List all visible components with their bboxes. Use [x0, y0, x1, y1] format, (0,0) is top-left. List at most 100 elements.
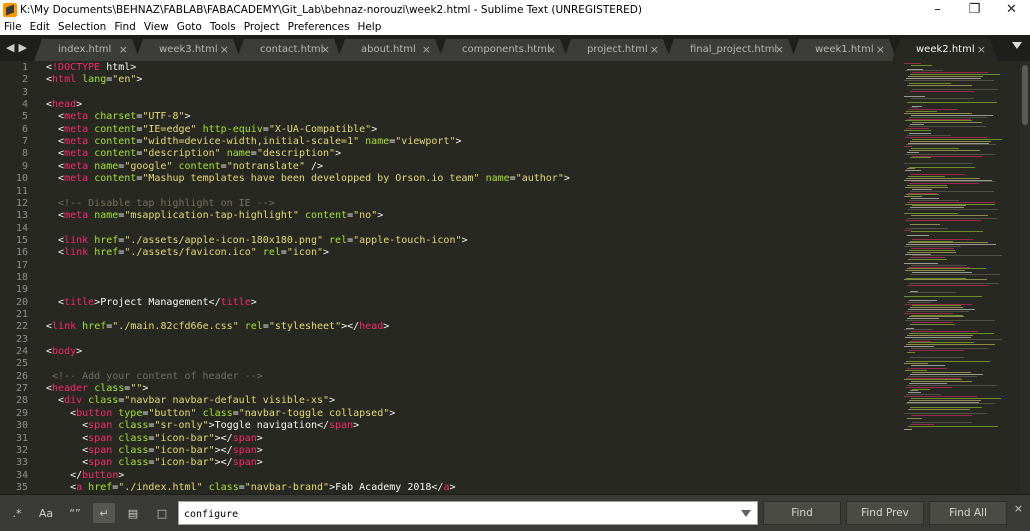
menu-edit[interactable]: Edit: [30, 21, 50, 33]
minimap-line: [911, 64, 932, 66]
menu-tools[interactable]: Tools: [210, 21, 236, 33]
code-token: span: [329, 420, 354, 432]
minimap-line: [909, 133, 931, 135]
menu-preferences[interactable]: Preferences: [288, 21, 350, 33]
code-token: name: [226, 148, 251, 160]
code-token: <: [46, 234, 65, 246]
menu-file[interactable]: File: [4, 21, 22, 33]
maximize-button[interactable]: ❐: [956, 0, 993, 19]
minimap-line: [908, 425, 998, 427]
vertical-scrollbar[interactable]: [1020, 61, 1030, 494]
code-token: name: [365, 136, 390, 148]
find-button[interactable]: Find: [763, 501, 841, 525]
minimap-line: [905, 320, 995, 322]
tab-close-icon[interactable]: ×: [775, 43, 784, 56]
minimap[interactable]: [900, 61, 1018, 494]
minimap-line: [911, 214, 988, 216]
code-token: "navbar-brand": [244, 481, 330, 493]
code-token: "apple-touch-icon": [353, 234, 462, 246]
tab-next-icon[interactable]: ▶: [18, 41, 26, 54]
minimap-line: [908, 342, 974, 344]
code-token: content: [94, 123, 137, 135]
minimap-line: [908, 209, 998, 211]
regex-toggle[interactable]: .*: [6, 503, 28, 523]
whole-word-toggle[interactable]: “”: [64, 503, 86, 523]
minimap-line: [907, 268, 986, 270]
tab-close-icon[interactable]: ×: [119, 43, 128, 56]
minimap-line: [904, 429, 912, 431]
menu-find[interactable]: Find: [114, 21, 136, 33]
minimap-line: [908, 292, 956, 294]
menu-project[interactable]: Project: [244, 21, 280, 33]
menu-help[interactable]: Help: [357, 21, 381, 33]
minimap-line: [909, 116, 988, 118]
menu-view[interactable]: View: [144, 21, 169, 33]
minimap-line: [907, 285, 989, 286]
minimap-line: [906, 394, 942, 396]
code-area[interactable]: <!DOCTYPE html> <html lang="en"> <head> <m…: [46, 61, 896, 494]
tab-index-html[interactable]: index.html ×: [34, 39, 140, 61]
tab-close-icon[interactable]: ×: [547, 43, 556, 56]
tab-close-icon[interactable]: ×: [650, 43, 659, 56]
tab-list-dropdown-icon[interactable]: [1012, 42, 1022, 49]
code-token: "UTF-8": [142, 111, 185, 123]
minimap-line: [909, 249, 955, 251]
tab-close-icon[interactable]: ×: [422, 43, 431, 56]
tab-week1-html[interactable]: week1.html ×: [791, 39, 897, 61]
tab-project-html[interactable]: project.html ×: [563, 39, 671, 61]
code-token: <: [46, 247, 65, 259]
minimap-line: [907, 68, 923, 70]
minimap-line: [908, 242, 988, 244]
code-token: type: [118, 407, 143, 419]
tab-close-icon[interactable]: ×: [977, 43, 986, 56]
in-selection-toggle[interactable]: ▤: [122, 503, 144, 523]
find-prev-button[interactable]: Find Prev: [846, 501, 924, 525]
minimap-line: [910, 90, 974, 92]
wrap-toggle[interactable]: ↵: [93, 503, 115, 523]
tab-week2-html[interactable]: week2.html ×: [892, 39, 998, 61]
highlight-matches-toggle[interactable]: □: [151, 503, 173, 523]
tab-close-icon[interactable]: ×: [876, 43, 885, 56]
case-sensitive-toggle[interactable]: Aa: [35, 503, 57, 523]
minimap-line: [907, 168, 915, 170]
close-panel-icon[interactable]: ×: [1014, 502, 1023, 515]
tab-prev-icon[interactable]: ◀: [6, 41, 14, 54]
scrollbar-thumb[interactable]: [1022, 65, 1028, 125]
minimap-line: [909, 316, 964, 318]
code-token: >Fab Academy 2018</: [329, 481, 444, 493]
menu-selection[interactable]: Selection: [58, 21, 106, 33]
code-token: <: [46, 160, 65, 172]
code-token: ></: [341, 321, 360, 333]
tab-label: project.html: [587, 44, 648, 55]
line-number: 16: [15, 247, 28, 259]
minimap-line: [909, 299, 937, 301]
tab-close-icon[interactable]: ×: [220, 43, 229, 56]
tab-contact-html[interactable]: contact.html ×: [236, 39, 342, 61]
code-token: "button": [148, 407, 197, 419]
minimap-line: [907, 351, 915, 353]
tab-components-html[interactable]: components.html ×: [438, 39, 568, 61]
code-token: >: [142, 383, 149, 395]
minimap-line: [912, 338, 1002, 340]
tab-final-project-html[interactable]: final_project.html ×: [666, 39, 796, 61]
tab-about-html[interactable]: about.html ×: [337, 39, 443, 61]
find-all-button[interactable]: Find All: [929, 501, 1007, 525]
find-history-dropdown-icon[interactable]: [741, 510, 751, 517]
code-line: <meta content="Mashup templates have bee…: [46, 173, 570, 185]
code-token: "icon": [286, 247, 324, 259]
line-number: 6: [21, 123, 28, 135]
tab-week3-html[interactable]: week3.html ×: [135, 39, 241, 61]
menu-goto[interactable]: Goto: [177, 21, 202, 33]
close-window-button[interactable]: ✕: [993, 0, 1030, 19]
code-token: >: [371, 123, 378, 135]
line-number: 29: [15, 407, 28, 419]
find-input[interactable]: [179, 503, 719, 526]
code-line: <title>Project Management</title>: [46, 297, 257, 309]
code-token: >: [184, 111, 191, 123]
code-token: rel: [329, 234, 348, 246]
code-editor[interactable]: 1 2 3 4 5 6 7 8 9 10 11 12 13 14 15 16 17 18 19 20 21 22 23 24 2…: [0, 61, 1030, 494]
tab-close-icon[interactable]: ×: [321, 43, 330, 56]
minimize-button[interactable]: –: [919, 0, 956, 19]
find-field[interactable]: [178, 501, 758, 526]
code-token: ></: [214, 457, 233, 469]
